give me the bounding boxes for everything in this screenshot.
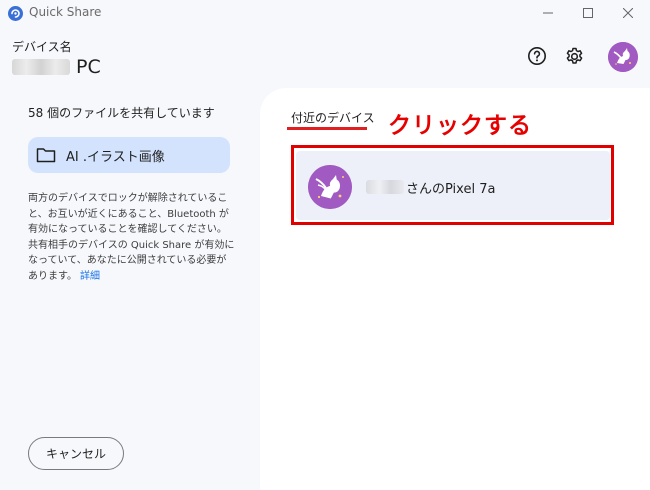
title-bar: Quick Share: [0, 0, 650, 26]
click-annotation: クリックする: [388, 113, 532, 139]
requirements-info: 両方のデバイスでロックが解除されていること、お互いが近くにあること、Blueto…: [28, 191, 236, 284]
quick-share-window: Quick Share デバイス名 PC 58 個のファイルを共有しています A…: [0, 0, 650, 490]
shared-file-count: 58 個のファイルを共有しています: [28, 106, 215, 120]
requirements-text: 両方のデバイスでロックが解除されていること、お互いが近くにあること、Blueto…: [28, 193, 235, 282]
details-link[interactable]: 詳細: [80, 271, 100, 282]
gear-icon: [564, 46, 585, 67]
annotation-underline: [287, 127, 367, 130]
nearby-device-name-row: さんのPixel 7a: [366, 177, 495, 197]
shared-folder-chip[interactable]: AI .イラスト画像: [28, 137, 230, 173]
device-name-label: デバイス名: [12, 40, 72, 54]
folder-icon: [36, 147, 56, 163]
device-name: PC: [76, 56, 101, 78]
help-icon: [527, 46, 547, 66]
minimize-button[interactable]: [526, 0, 570, 26]
maximize-button[interactable]: [566, 0, 610, 26]
help-button[interactable]: [526, 45, 548, 67]
device-name-row: PC: [12, 55, 101, 79]
settings-button[interactable]: [563, 45, 585, 67]
redacted-owner-block: [366, 180, 404, 194]
window-title: Quick Share: [29, 5, 102, 19]
nearby-devices-title: 付近のデバイス: [291, 111, 375, 125]
account-avatar[interactable]: [608, 42, 638, 72]
close-button[interactable]: [606, 0, 650, 26]
folder-label: AI .イラスト画像: [66, 149, 165, 165]
redacted-name-block: [12, 59, 70, 75]
cancel-button[interactable]: キャンセル: [28, 437, 124, 470]
quick-share-icon: [8, 6, 23, 21]
nearby-device-avatar: [308, 165, 352, 209]
nearby-device-name: さんのPixel 7a: [406, 181, 496, 197]
